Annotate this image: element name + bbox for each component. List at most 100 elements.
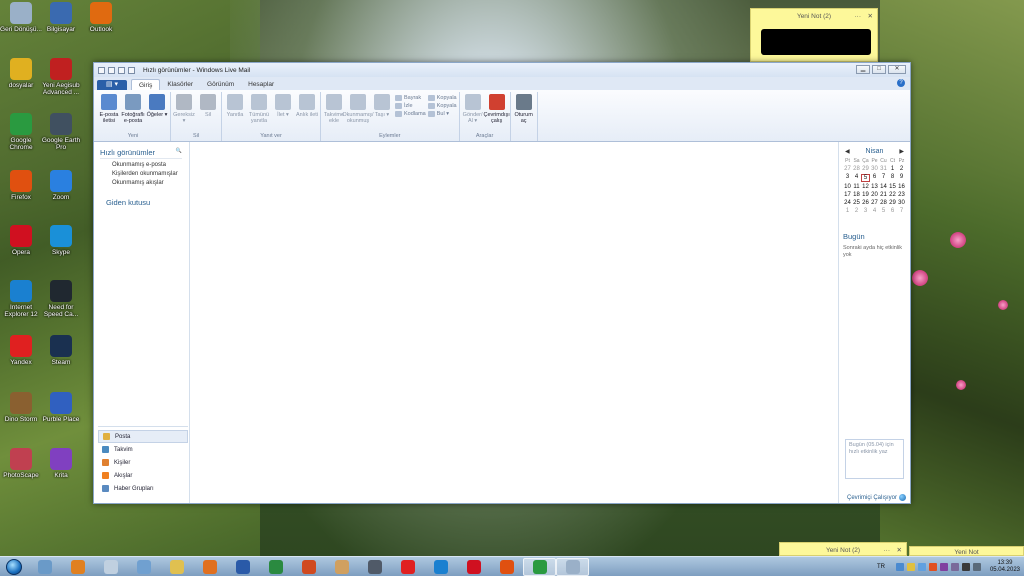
calendar-day[interactable]: 28 [852, 166, 861, 172]
desktop-icon[interactable]: Geri Dönüşü... [0, 2, 42, 33]
tab-klasorler[interactable]: Klasörler [160, 79, 200, 90]
calendar-day[interactable]: 5 [861, 174, 870, 182]
desktop-icon[interactable]: Krita [40, 448, 82, 479]
calendar-day[interactable]: 14 [879, 184, 888, 190]
desktop-icon[interactable]: Outlook [80, 2, 122, 33]
taskbar-app-firefox[interactable] [490, 558, 523, 576]
calendar-day[interactable]: 7 [879, 174, 888, 182]
status-indicator[interactable]: Çevrimiçi Çalışıyor [847, 494, 906, 501]
calendar-day[interactable]: 25 [852, 200, 861, 206]
calendar-day[interactable]: 30 [897, 200, 906, 206]
taskbar-app-folder[interactable] [160, 558, 193, 576]
calendar-day[interactable]: 27 [843, 166, 852, 172]
sticky-note[interactable]: Yeni Not (2) ··· ✕ [779, 542, 907, 556]
ribbon-button[interactable]: Gereksiz ▾ [173, 92, 195, 132]
calendar-day[interactable]: 3 [843, 174, 852, 182]
volume-icon[interactable] [972, 563, 981, 571]
calendar-day[interactable]: 27 [870, 200, 879, 206]
save-icon[interactable] [118, 66, 125, 74]
taskbar-app-mail[interactable] [556, 557, 589, 576]
desktop-icon[interactable]: Opera [0, 225, 42, 256]
next-month-icon[interactable]: ▶ [899, 148, 904, 155]
ribbon-button[interactable]: Taşı ▾ [371, 92, 393, 132]
new-icon[interactable] [108, 66, 115, 74]
message-list-area[interactable] [190, 142, 838, 503]
ribbon-button[interactable]: Oturum aç [513, 92, 535, 132]
calendar-day[interactable]: 9 [897, 174, 906, 182]
calendar-day[interactable]: 3 [861, 208, 870, 214]
taskbar-app-outlook[interactable] [193, 558, 226, 576]
taskbar-app-powerpoint[interactable] [292, 558, 325, 576]
calendar-day[interactable]: 17 [843, 192, 852, 198]
nav-item-unread-from-contacts[interactable]: Kişilerden okunmamışlar [112, 171, 189, 177]
taskbar-app-word[interactable] [226, 558, 259, 576]
print-icon[interactable] [128, 66, 135, 74]
calendar-day[interactable]: 11 [852, 184, 861, 190]
minimize-button[interactable]: ▁ [856, 65, 870, 74]
calendar-day[interactable]: 8 [888, 174, 897, 182]
ribbon-small-button[interactable]: Bayrak [395, 95, 426, 101]
calendar-day[interactable]: 5 [879, 208, 888, 214]
quick-event-input[interactable]: Bugün (05.04) için hızlı etkinlik yaz [845, 439, 904, 479]
help-icon[interactable]: ? [897, 79, 905, 87]
taskbar-app-1[interactable] [28, 558, 61, 576]
calendar-day[interactable]: 22 [888, 192, 897, 198]
module-posta[interactable]: Posta [98, 430, 188, 443]
ribbon-button[interactable]: İlet ▾ [272, 92, 294, 132]
calendar-day[interactable]: 28 [879, 200, 888, 206]
sticky-note-header[interactable]: Yeni Not (2) ··· ✕ [751, 9, 877, 23]
file-menu-button[interactable]: ▤ ▾ [97, 80, 127, 90]
menu-dots-icon[interactable]: ··· [855, 13, 862, 20]
calendar-day[interactable]: 31 [879, 166, 888, 172]
nav-item-unread-feeds[interactable]: Okunmamış akışlar [112, 180, 189, 186]
calendar-day[interactable]: 20 [870, 192, 879, 198]
nav-item-outbox[interactable]: Giden kutusu [106, 198, 189, 207]
ribbon-small-button[interactable]: Kopyala [427, 95, 457, 101]
calendar-day[interactable]: 1 [843, 208, 852, 214]
calendar-day[interactable]: 23 [897, 192, 906, 198]
tray-icon[interactable] [917, 563, 926, 571]
calendar-day[interactable]: 7 [897, 208, 906, 214]
tab-hesaplar[interactable]: Hesaplar [241, 79, 281, 90]
ribbon-button[interactable]: Çevrimdışı çalış [483, 92, 510, 132]
menu-dots-icon[interactable]: ··· [884, 547, 891, 554]
taskbar-app-media[interactable] [61, 558, 94, 576]
ribbon-small-button[interactable]: Bul ▾ [427, 111, 457, 117]
module-habergruplar[interactable]: Haber Grupları [98, 482, 188, 495]
taskbar-app-chrome[interactable] [523, 557, 556, 576]
taskbar-app-excel[interactable] [259, 558, 292, 576]
calendar-day[interactable]: 2 [897, 166, 906, 172]
module-takvim[interactable]: Takvim [98, 443, 188, 456]
sticky-note[interactable]: Yeni Not [909, 546, 1024, 556]
desktop-icon[interactable]: dosyalar [0, 58, 42, 89]
tray-icon[interactable] [928, 563, 937, 571]
search-icon[interactable]: 🔍 [176, 148, 182, 157]
ribbon-button[interactable]: Gönder/ Al ▾ [462, 92, 484, 132]
ribbon-small-button[interactable]: Kodlama [395, 111, 426, 117]
desktop-icon[interactable]: Yeni Aegisub Advanced ... [40, 58, 82, 96]
desktop-icon[interactable]: Google Chrome [0, 113, 42, 151]
close-icon[interactable]: ✕ [897, 546, 902, 554]
calendar-day[interactable]: 6 [870, 174, 879, 182]
desktop-icon[interactable]: Google Earth Pro [40, 113, 82, 151]
ribbon-button[interactable]: E-posta iletisi [98, 92, 120, 132]
ribbon-button[interactable]: Öğeler ▾ [146, 92, 168, 132]
calendar-day[interactable]: 10 [843, 184, 852, 190]
desktop-icon[interactable]: Internet Explorer 12 [0, 280, 42, 318]
taskbar-app-opera[interactable] [457, 558, 490, 576]
ribbon-button[interactable]: Fotoğraflı e-posta [121, 92, 145, 132]
calendar-day[interactable]: 26 [861, 200, 870, 206]
taskbar-app-yandex[interactable] [391, 558, 424, 576]
taskbar-app-ie[interactable] [424, 558, 457, 576]
tray-icon[interactable] [939, 563, 948, 571]
desktop-icon[interactable]: PhotoScape [0, 448, 42, 479]
calendar-day[interactable]: 15 [888, 184, 897, 190]
sticky-note[interactable]: Yeni Not (2) ··· ✕ [750, 8, 878, 62]
calendar-day[interactable]: 13 [870, 184, 879, 190]
calendar-day[interactable]: 16 [897, 184, 906, 190]
sticky-note-header[interactable]: Yeni Not (2) ··· ✕ [780, 543, 906, 557]
desktop-icon[interactable]: Need for Speed Ca... [40, 280, 82, 318]
module-aklar[interactable]: Akışlar [98, 469, 188, 482]
calendar-day[interactable]: 30 [870, 166, 879, 172]
ribbon-small-button[interactable]: İzle [395, 103, 426, 109]
